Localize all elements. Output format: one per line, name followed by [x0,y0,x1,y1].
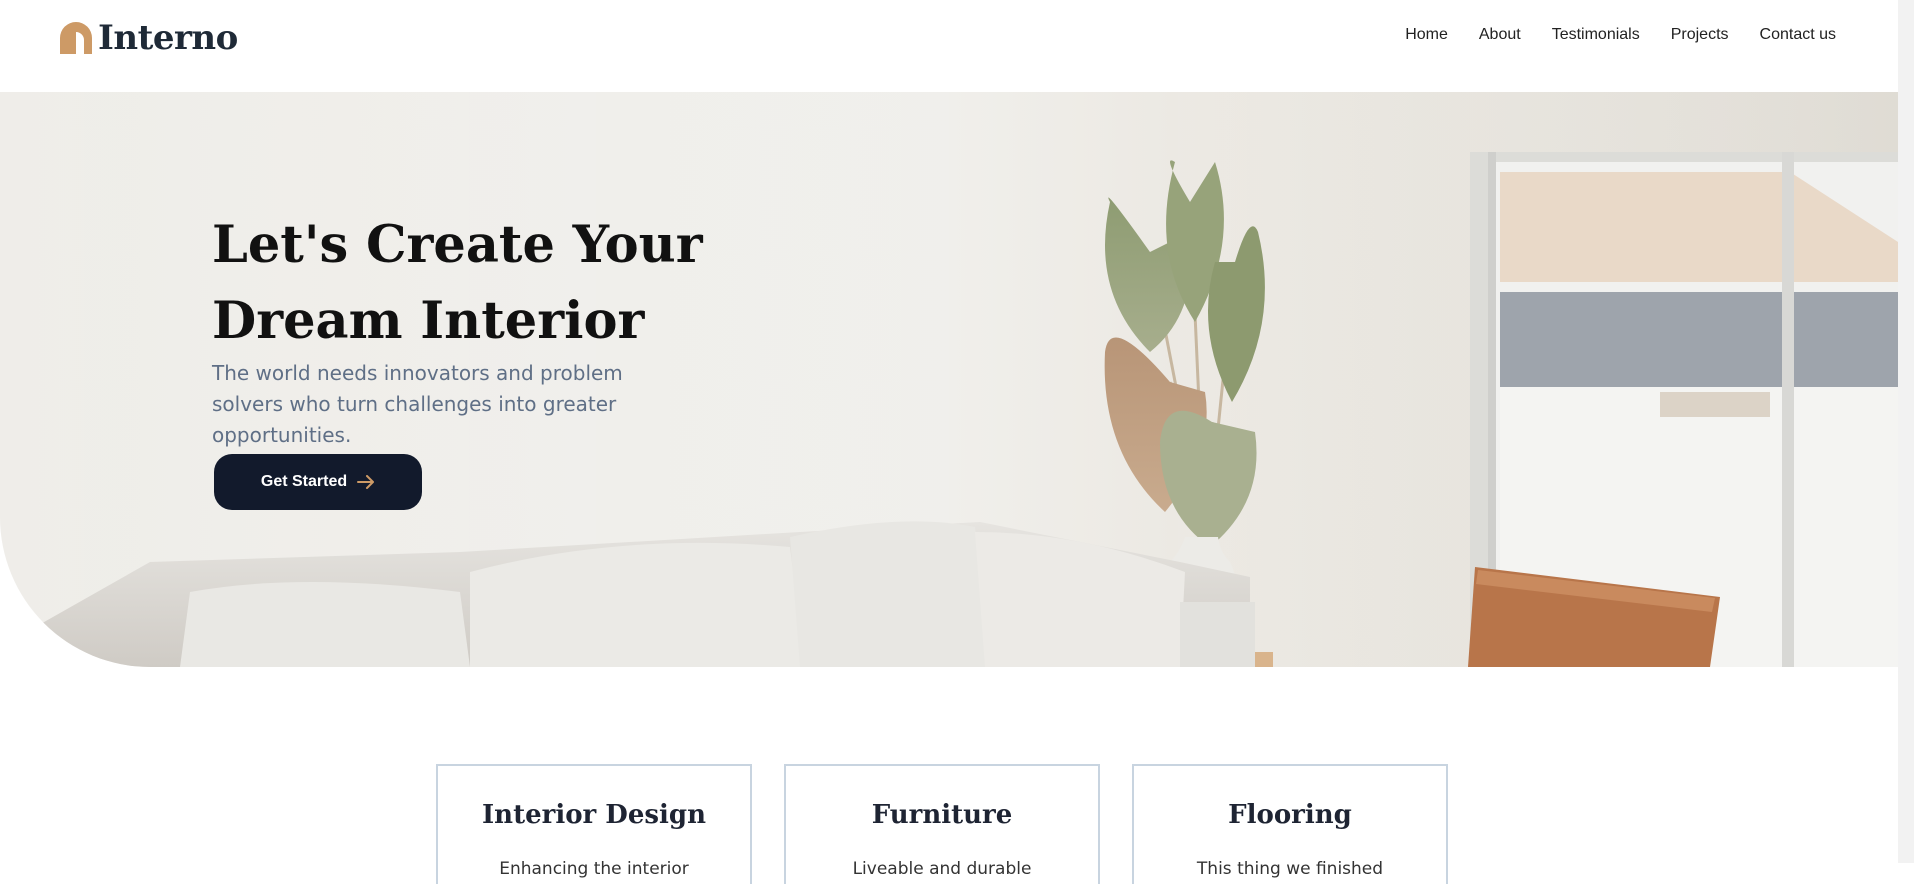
arrow-right-icon [357,475,375,489]
service-card-title: Furniture [871,800,1013,830]
service-card-text: Enhancing the interior [499,859,689,879]
nav-testimonials[interactable]: Testimonials [1552,26,1640,44]
hero-section: Let's Create Your Dream Interior The wor… [0,92,1898,667]
page-scrollbar[interactable] [1898,0,1914,863]
services-section: Interior Design Enhancing the interior F… [436,764,1448,884]
brand-logo[interactable]: Interno [60,18,238,58]
main-nav: Home About Testimonials Projects Contact… [1405,26,1836,44]
service-card-title: Interior Design [482,800,706,830]
nav-contact-us[interactable]: Contact us [1760,26,1836,44]
hero-title: Let's Create Your Dream Interior [212,215,703,351]
service-card: Furniture Liveable and durable [784,764,1100,884]
service-card-text: This thing we finished [1196,859,1384,879]
service-card: Interior Design Enhancing the interior [436,764,752,884]
get-started-label: Get Started [260,473,348,490]
service-card-text: Liveable and durable [852,859,1032,879]
service-card: Flooring This thing we finished [1132,764,1448,884]
hero-subtitle: The world needs innovators and problem s… [212,361,623,447]
get-started-button[interactable]: Get Started [214,454,422,510]
nav-projects[interactable]: Projects [1671,26,1729,44]
service-card-title: Flooring [1228,800,1352,830]
nav-about[interactable]: About [1479,26,1521,44]
logo-arch-icon [60,22,92,54]
nav-home[interactable]: Home [1405,26,1448,44]
brand-name: Interno [98,18,238,58]
site-header: Interno Home About Testimonials Projects… [0,0,1898,92]
